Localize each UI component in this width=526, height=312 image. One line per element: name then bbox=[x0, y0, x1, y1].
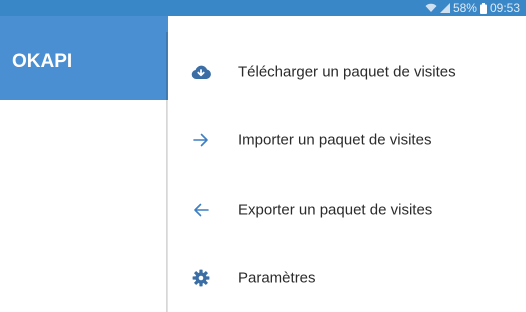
arrow-left-icon bbox=[190, 199, 212, 221]
wifi-icon bbox=[425, 3, 437, 13]
app-title: OKAPI bbox=[12, 51, 73, 72]
status-time: 09:53 bbox=[489, 1, 520, 15]
menu-item-label: Exporter un paquet de visites bbox=[238, 201, 433, 219]
cloud-download-icon bbox=[190, 61, 212, 83]
status-indicators: 58% 09:53 bbox=[425, 1, 520, 15]
menu-item-download[interactable]: Télécharger un paquet de visites bbox=[168, 44, 526, 100]
status-bar: 58% 09:53 bbox=[0, 0, 526, 16]
menu-item-label: Importer un paquet de visites bbox=[238, 131, 432, 149]
battery-level: 58% bbox=[452, 1, 477, 15]
menu-item-import[interactable]: Importer un paquet de visites bbox=[168, 112, 526, 168]
overflow-menu: Télécharger un paquet de visites Importe… bbox=[168, 32, 526, 312]
app-bar: OKAPI bbox=[0, 16, 168, 100]
menu-item-label: Paramètres bbox=[238, 269, 316, 287]
menu-item-label: Télécharger un paquet de visites bbox=[238, 63, 456, 81]
menu-item-export[interactable]: Exporter un paquet de visites bbox=[168, 182, 526, 238]
signal-icon bbox=[439, 3, 450, 13]
menu-item-settings[interactable]: Paramètres bbox=[168, 250, 526, 306]
gear-icon bbox=[190, 267, 212, 289]
arrow-right-icon bbox=[190, 129, 212, 151]
battery-icon bbox=[479, 2, 487, 14]
